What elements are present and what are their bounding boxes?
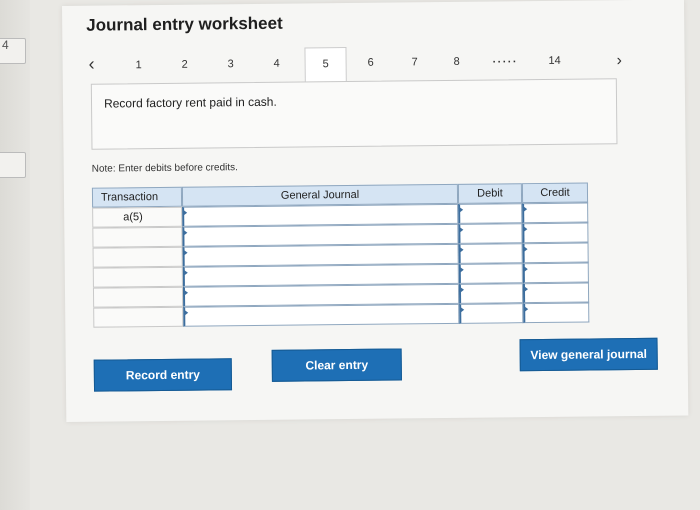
view-general-journal-button[interactable]: View general journal [519, 337, 658, 372]
nav-item-2[interactable]: 2 [173, 59, 197, 71]
note-text: Note: Enter debits before credits. [91, 162, 238, 175]
credit-input[interactable] [522, 262, 589, 284]
question-number: 4 [2, 38, 9, 52]
account-select[interactable] [183, 303, 460, 327]
debit-input[interactable] [459, 303, 524, 324]
record-entry-button[interactable]: Record entry [93, 358, 233, 392]
prompt-box: Record factory rent paid in cash. [90, 78, 618, 150]
nav-item-1[interactable]: 1 [127, 59, 151, 71]
nav-item-4[interactable]: 4 [265, 58, 289, 70]
clear-entry-button[interactable]: Clear entry [271, 348, 402, 382]
debit-input[interactable] [458, 263, 523, 284]
nav-item-7[interactable]: 7 [403, 56, 427, 68]
nav-item-14[interactable]: 14 [543, 55, 567, 67]
nav-item-5[interactable]: 5 [304, 47, 347, 82]
transaction-cell [92, 266, 183, 288]
nav-ellipsis: ..... [492, 53, 518, 66]
nav-item-6[interactable]: 6 [359, 57, 383, 69]
nav-item-3[interactable]: 3 [219, 58, 243, 70]
transaction-cell: a(5) [92, 206, 183, 228]
nav-item-8[interactable]: 8 [445, 56, 469, 68]
transaction-cell [93, 306, 184, 328]
chevron-left-icon[interactable]: ‹ [89, 54, 95, 75]
worksheet-panel: Journal entry worksheet ‹ 1 2 3 4 5 6 7 … [62, 0, 689, 422]
header-debit: Debit [457, 183, 523, 204]
credit-input[interactable] [522, 202, 589, 224]
header-credit: Credit [521, 182, 589, 204]
debit-input[interactable] [458, 243, 523, 264]
entry-navigation: ‹ 1 2 3 4 5 6 7 8 ..... 14 › [83, 47, 643, 82]
edge-nav-box[interactable] [0, 152, 26, 178]
debit-input[interactable] [458, 223, 523, 244]
journal-table: Transaction General Journal Debit Credit… [91, 182, 603, 328]
header-transaction: Transaction [91, 186, 183, 208]
table-row [93, 302, 603, 328]
credit-input[interactable] [523, 302, 590, 324]
left-edge-strip: 4 [0, 0, 30, 510]
page-title: Journal entry worksheet [86, 13, 283, 35]
debit-input[interactable] [458, 203, 523, 224]
transaction-cell [92, 246, 183, 268]
credit-input[interactable] [522, 242, 589, 264]
prompt-text: Record factory rent paid in cash. [103, 94, 277, 111]
transaction-cell [92, 226, 183, 248]
transaction-cell [92, 286, 184, 308]
chevron-right-icon[interactable]: › [617, 52, 623, 70]
debit-input[interactable] [458, 283, 524, 304]
credit-input[interactable] [522, 282, 590, 304]
credit-input[interactable] [522, 222, 589, 244]
